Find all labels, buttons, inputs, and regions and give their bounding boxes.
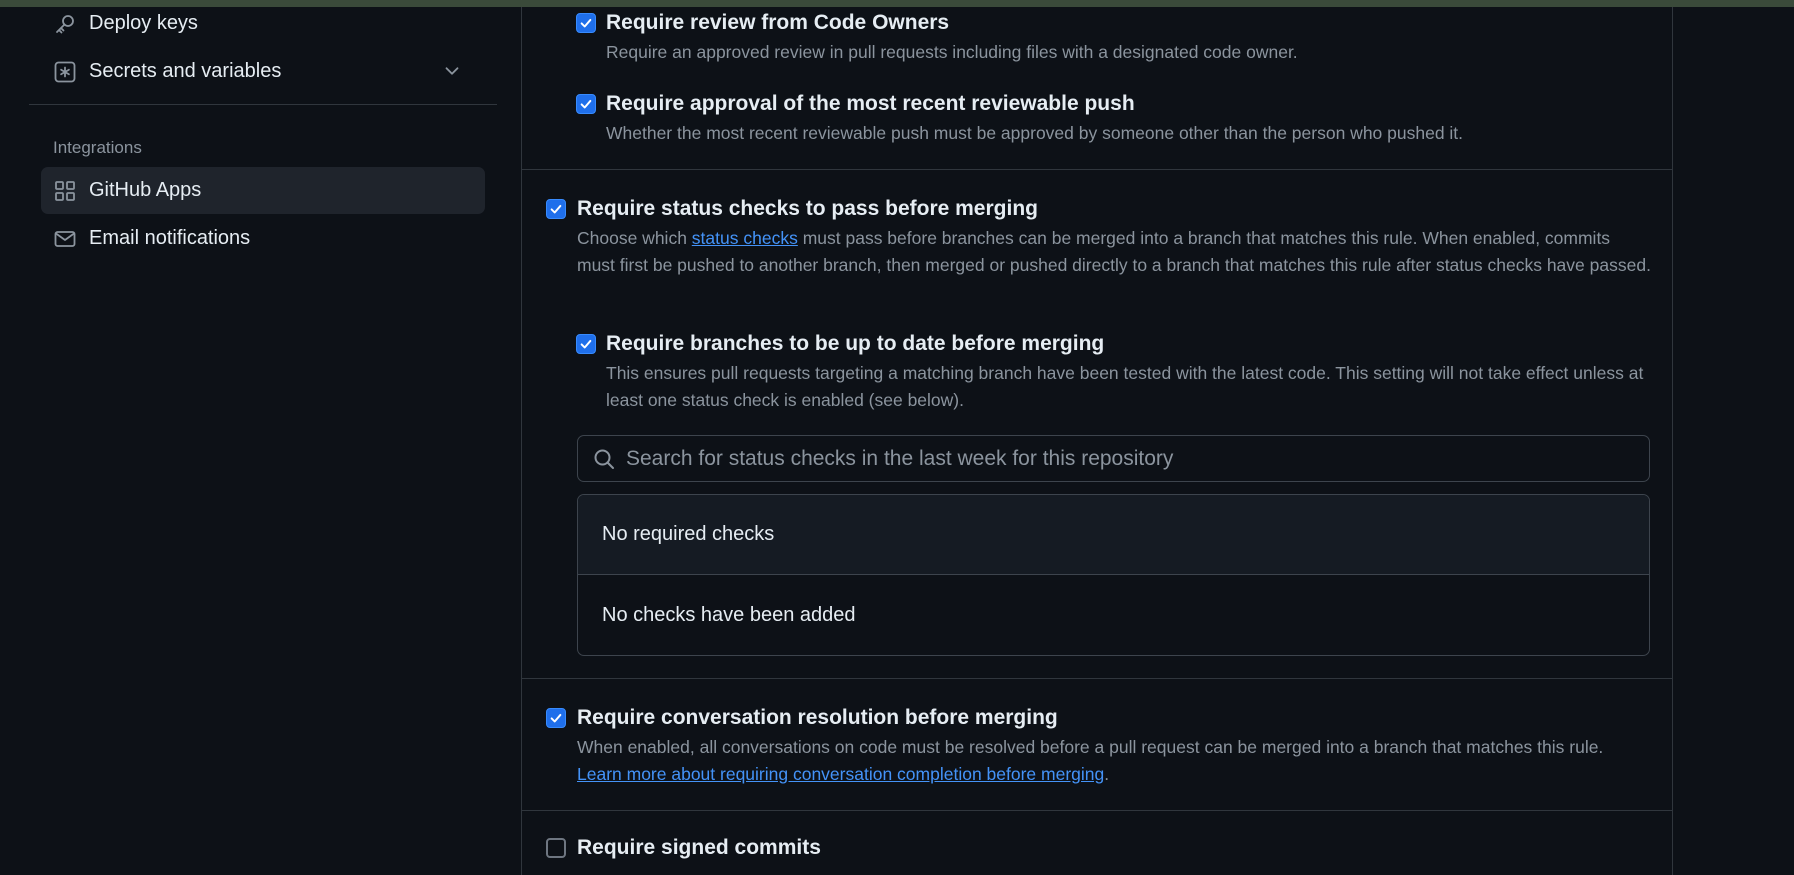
required-checks-empty-state: No checks have been added: [602, 603, 856, 626]
status-checks-description: Choose which status checks must pass bef…: [577, 225, 1652, 279]
recent-push-title[interactable]: Require approval of the most recent revi…: [606, 92, 1135, 116]
search-input[interactable]: [626, 446, 1649, 471]
sidebar-item-secrets-and-variables[interactable]: Secrets and variables: [41, 48, 485, 95]
checkmark-icon: [550, 204, 562, 214]
apps-grid-icon: [53, 179, 77, 203]
checkmark-icon: [580, 99, 592, 109]
status-checks-checkbox[interactable]: [546, 199, 566, 219]
recent-push-description: Whether the most recent reviewable push …: [606, 123, 1464, 143]
section-divider: [522, 169, 1672, 170]
sidebar-divider: [29, 104, 497, 105]
asterisk-box-icon: [53, 60, 77, 84]
conversation-resolution-title[interactable]: Require conversation resolution before m…: [577, 706, 1058, 730]
conversation-learn-more-link[interactable]: Learn more about requiring conversation …: [577, 764, 1104, 784]
up-to-date-description: This ensures pull requests targeting a m…: [606, 363, 1644, 410]
required-checks-header: No required checks: [578, 495, 1649, 575]
recent-push-checkbox[interactable]: [576, 94, 596, 114]
sidebar-item-deploy-keys[interactable]: Deploy keys: [41, 0, 485, 47]
conversation-resolution-description: When enabled, all conversations on code …: [577, 734, 1657, 788]
sidebar-item-label: Secrets and variables: [89, 60, 282, 82]
code-owners-description: Require an approved review in pull reque…: [606, 42, 1298, 62]
checkmark-icon: [550, 713, 562, 723]
sidebar-item-label: GitHub Apps: [89, 179, 202, 201]
sidebar-item-label: Email notifications: [89, 227, 251, 249]
key-icon: [53, 12, 77, 36]
chevron-down-icon[interactable]: [441, 60, 463, 82]
code-owners-title[interactable]: Require review from Code Owners: [606, 11, 949, 35]
signed-commits-checkbox[interactable]: [546, 838, 566, 858]
code-owners-checkbox[interactable]: [576, 13, 596, 33]
status-checks-desc-text: Choose which: [577, 228, 692, 248]
checkmark-icon: [580, 18, 592, 28]
settings-sidebar: Deploy keys Secrets and variables Integr…: [0, 7, 500, 875]
sidebar-item-email-notifications[interactable]: Email notifications: [41, 215, 485, 262]
section-divider: [522, 810, 1672, 811]
conversation-resolution-checkbox[interactable]: [546, 708, 566, 728]
checkmark-icon: [580, 339, 592, 349]
conversation-desc-text: When enabled, all conversations on code …: [577, 737, 1604, 757]
sidebar-item-label: Deploy keys: [89, 12, 198, 34]
required-checks-list: No required checks No checks have been a…: [577, 494, 1650, 656]
search-icon: [594, 449, 614, 469]
conversation-link-suffix: .: [1104, 764, 1110, 784]
up-to-date-checkbox[interactable]: [576, 334, 596, 354]
sidebar-heading-integrations: Integrations: [53, 138, 142, 157]
status-checks-title[interactable]: Require status checks to pass before mer…: [577, 197, 1038, 221]
up-to-date-title[interactable]: Require branches to be up to date before…: [606, 332, 1104, 356]
status-checks-search[interactable]: [577, 435, 1650, 482]
status-checks-link[interactable]: status checks: [692, 228, 798, 248]
section-divider: [522, 678, 1672, 679]
signed-commits-title[interactable]: Require signed commits: [577, 836, 821, 860]
branch-protection-rules-panel: Require review from Code Owners Require …: [521, 7, 1673, 875]
mail-icon: [53, 227, 77, 251]
sidebar-item-github-apps[interactable]: GitHub Apps: [41, 167, 485, 214]
